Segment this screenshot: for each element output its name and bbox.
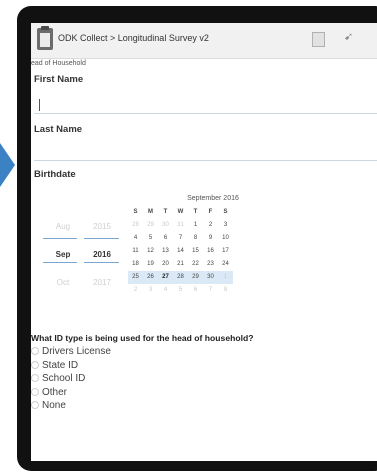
option-label: Drivers License [42,346,111,357]
calendar-day[interactable]: 1 [188,219,203,232]
weekday-header: M [148,209,153,215]
option-label: None [42,400,66,411]
calendar-day[interactable]: 9 [203,232,218,245]
year-divider-top [84,238,119,239]
calendar-title: September 2016 [187,195,239,202]
clipboard-icon [37,26,53,50]
app-title: ODK Collect > Longitudinal Survey v2 [58,33,209,43]
calendar-day[interactable]: 13 [158,245,173,258]
weekday-header: T [163,209,168,215]
calendar-day[interactable]: 6 [158,232,173,245]
calendar-day[interactable]: 4 [128,232,143,245]
month-selected[interactable]: Sep [44,250,82,259]
calendar-day[interactable]: 5 [173,284,188,297]
calendar-day[interactable]: 2 [203,219,218,232]
calendar-day[interactable]: 27 [158,271,173,284]
id-option-drivers-license[interactable]: Drivers License [31,346,111,357]
calendar-day[interactable]: 23 [203,258,218,271]
weekday-header: W [177,209,184,215]
calendar-day[interactable]: 30 [158,219,173,232]
calendar-day[interactable]: 3 [218,219,233,232]
calendar-day[interactable]: 24 [218,258,233,271]
calendar-day[interactable]: 10 [218,232,233,245]
radio-button[interactable] [31,360,39,369]
option-label: State ID [42,359,79,371]
calendar-day[interactable]: 8 [218,284,233,297]
calendar-day[interactable]: 7 [203,284,218,297]
calendar-day[interactable]: 14 [173,245,188,258]
id-option-none[interactable]: None [31,400,66,411]
year-selected[interactable]: 2016 [83,250,121,259]
calendar-day[interactable]: 28 [173,271,188,284]
calendar-day[interactable]: 2 [128,284,143,297]
option-label: School ID [42,373,86,384]
text-caret [39,99,40,111]
last-name-label: Last Name [34,124,83,135]
pointer-arrow [0,143,15,187]
id-option-other[interactable]: Other [31,387,67,398]
calendar-day[interactable]: 19 [143,258,158,271]
last-name-input[interactable] [34,142,377,161]
first-name-label: First Name [34,74,84,85]
breadcrumb: ead of Household [31,60,86,67]
calendar-grid: S M T W T F S 28 29 30 31 1 2 3 4 5 6 7 8 9 10 11 12 13 14 15 16 17… [128,206,233,297]
year-prev[interactable]: 2015 [83,222,121,231]
calendar-day[interactable]: 11 [128,245,143,258]
month-next[interactable]: Oct [44,278,82,287]
month-divider-bottom [43,262,77,263]
weekday-header: S [223,209,228,215]
calendar-day[interactable]: 28 [128,219,143,232]
calendar-day[interactable]: 5 [143,232,158,245]
calendar-day[interactable]: 29 [143,219,158,232]
calendar-day[interactable]: 22 [188,258,203,271]
calendar-day[interactable]: 20 [158,258,173,271]
radio-button[interactable] [31,401,39,410]
year-next[interactable]: 2017 [83,278,121,287]
radio-button[interactable] [31,347,39,356]
app-screen: ODK Collect > Longitudinal Survey v2 ➹ e… [31,23,377,461]
option-label: Other [42,386,68,398]
calendar-day[interactable]: 15 [188,245,203,258]
calendar-day[interactable]: 7 [173,232,188,245]
calendar-day[interactable]: 8 [188,232,203,245]
radio-button[interactable] [31,374,39,383]
calendar-day[interactable]: 21 [173,258,188,271]
calendar-day[interactable]: 3 [143,284,158,297]
calendar-day[interactable]: 12 [143,245,158,258]
first-name-input[interactable] [34,95,377,114]
next-arrow-icon[interactable]: ➹ [344,30,353,43]
calendar-day[interactable]: 30 [203,271,218,284]
calendar-day[interactable]: 29 [188,271,203,284]
id-option-school-id[interactable]: School ID [31,373,85,384]
calendar-day[interactable]: 18 [128,258,143,271]
calendar-day[interactable]: 25 [128,271,143,284]
id-option-state-id[interactable]: State ID [31,360,78,371]
app-bar: ODK Collect > Longitudinal Survey v2 ➹ [31,23,377,59]
calendar-day[interactable]: 16 [203,245,218,258]
calendar-day[interactable]: 4 [158,284,173,297]
weekday-header: S [133,209,138,215]
save-icon[interactable] [312,32,325,47]
calendar-day[interactable]: 6 [188,284,203,297]
calendar-day[interactable]: 26 [143,271,158,284]
month-prev[interactable]: Aug [44,222,82,231]
radio-button[interactable] [31,387,39,396]
weekday-header: F [208,209,213,215]
year-divider-bottom [84,262,119,263]
calendar-day[interactable]: 31 [173,219,188,232]
calendar-day[interactable]: 17 [218,245,233,258]
calendar-day[interactable]: 1 [218,271,233,284]
weekday-header: T [193,209,198,215]
birthdate-label: Birthdate [34,169,76,180]
month-divider-top [43,238,77,239]
id-type-question: What ID type is being used for the head … [31,333,254,343]
